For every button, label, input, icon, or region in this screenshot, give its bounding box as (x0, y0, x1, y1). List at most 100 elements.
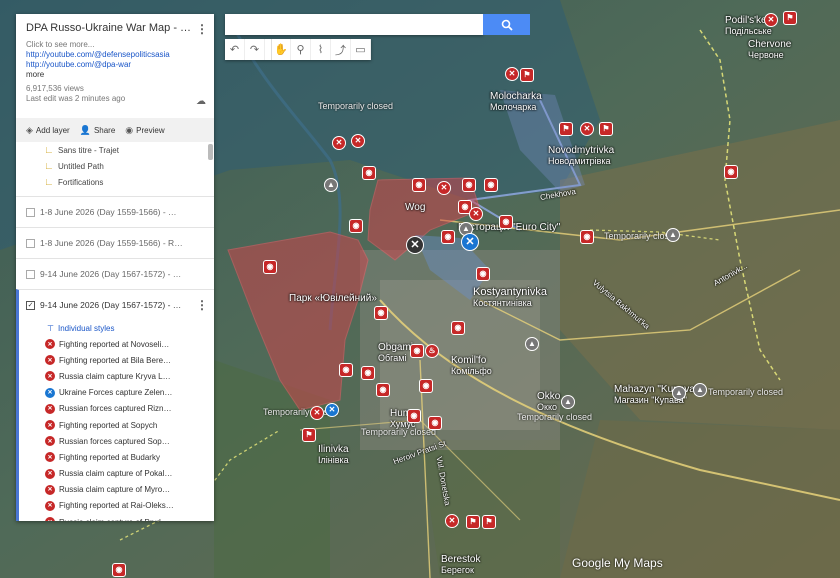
layer-row[interactable]: 9-14 June 2026 (Day 1567-1572) - … (16, 258, 214, 289)
fighting-marker[interactable]: ✕ (332, 136, 346, 150)
facility-marker[interactable]: ▲ (672, 386, 686, 400)
search-input[interactable] (225, 14, 483, 35)
capture-flag-marker[interactable]: ⚑ (466, 515, 480, 529)
fighting-marker[interactable]: ✕ (437, 181, 451, 195)
fighting-icon: ✕ (45, 339, 55, 350)
capture-flag-marker[interactable]: ⚑ (302, 428, 316, 442)
camera-marker[interactable]: ◉ (410, 344, 424, 358)
view-count: 6,917,536 views (26, 84, 84, 93)
fighting-marker[interactable]: ✕ (445, 514, 459, 528)
fighting-marker[interactable]: ✕ (351, 134, 365, 148)
preview-button[interactable]: ◉ Preview (125, 125, 164, 136)
feature-item[interactable]: ✕ Fighting reported at Novoseli… (16, 336, 214, 353)
fighting-icon: ✕ (45, 468, 55, 479)
feature-item[interactable]: ✕ Fighting reported at Budarky (16, 449, 214, 466)
redo-icon[interactable]: ↷ (245, 39, 265, 60)
hand-tool-icon[interactable]: ✋ (271, 39, 291, 60)
camera-marker[interactable]: ◉ (419, 379, 433, 393)
capture-flag-marker[interactable]: ⚑ (599, 122, 613, 136)
camera-marker[interactable]: ◉ (428, 416, 442, 430)
scrollbar[interactable] (208, 144, 213, 160)
feature-item[interactable]: ✕ Russia claim capture of Pokal… (16, 465, 214, 482)
facility-marker[interactable]: ▲ (666, 228, 680, 242)
place-chervone: Chervone Червоне (748, 39, 792, 61)
destroyed-marker[interactable]: ✕ (406, 236, 424, 254)
panel-actions: ◈ Add layer 👤 Share ◉ Preview (16, 118, 214, 142)
feature-item[interactable]: ✕ Russian forces captured Rizn… (16, 400, 214, 417)
layer-checkbox[interactable] (26, 238, 35, 248)
feature-item[interactable]: ✕ Ukraine Forces capture Zelen… (16, 384, 214, 401)
camera-marker[interactable]: ◉ (476, 267, 490, 281)
feature-item[interactable]: ✕ Fighting reported at Sopych (16, 416, 214, 434)
more-link[interactable]: more (26, 70, 204, 80)
draw-line-icon[interactable]: ⌇ (311, 39, 331, 60)
camera-marker[interactable]: ◉ (112, 563, 126, 577)
layer-checkbox[interactable] (26, 269, 35, 279)
facility-marker[interactable]: ▲ (693, 383, 707, 397)
map-options-icon[interactable]: ⋮ (196, 22, 208, 36)
camera-marker[interactable]: ◉ (374, 306, 388, 320)
feature-item[interactable]: ✕ Russia claim capture of Myro… (16, 481, 214, 498)
layer-row[interactable]: 1-8 June 2026 (Day 1559-1566) - … (16, 196, 214, 227)
fighting-marker[interactable]: ✕ (505, 67, 519, 81)
feature-label: Russia claim capture of Myro… (59, 485, 171, 495)
active-layer-row[interactable]: ✓ 9-14 June 2026 (Day 1567-1572) - … ⋮ (16, 289, 214, 320)
camera-marker[interactable]: ◉ (724, 165, 738, 179)
camera-marker[interactable]: ◉ (407, 409, 421, 423)
ukraine-capture-marker[interactable]: ✕ (461, 233, 479, 251)
capture-flag-marker[interactable]: ⚑ (520, 68, 534, 82)
camera-marker[interactable]: ◉ (412, 178, 426, 192)
add-marker-icon[interactable]: ⚲ (291, 39, 311, 60)
camera-marker[interactable]: ◉ (441, 230, 455, 244)
camera-marker[interactable]: ◉ (361, 366, 375, 380)
fighting-marker[interactable]: ✕ (469, 207, 483, 221)
directions-icon[interactable]: ⤴ (331, 39, 351, 60)
layer-checkbox-checked[interactable]: ✓ (26, 300, 35, 310)
camera-marker[interactable]: ◉ (462, 178, 476, 192)
facility-marker[interactable]: ▲ (324, 178, 338, 192)
map-title[interactable]: DPA Russo-Ukraine War Map - Get… (26, 22, 194, 34)
facility-marker[interactable]: ▲ (561, 395, 575, 409)
ukraine-capture-marker[interactable]: ✕ (325, 403, 339, 417)
youtube-link-1[interactable]: http://youtube.com/@defensepoliticsasia (26, 50, 204, 60)
undo-icon[interactable]: ↶ (225, 39, 245, 60)
feature-item[interactable]: ✕ Russia claim capture of Pryd… (16, 514, 214, 521)
fighting-marker[interactable]: ✕ (764, 13, 778, 27)
camera-marker[interactable]: ◉ (339, 363, 353, 377)
fighting-marker[interactable]: ✕ (310, 406, 324, 420)
feature-item[interactable]: ✕ Fighting reported at Rai-Oleks… (16, 497, 214, 515)
individual-styles-link[interactable]: ⊤ Individual styles (16, 320, 214, 336)
camera-marker[interactable]: ◉ (451, 321, 465, 335)
camera-marker[interactable]: ◉ (484, 178, 498, 192)
place-kostyantynivka: Kostyantynivka Костянтинівка (473, 286, 547, 309)
restaurant-marker[interactable]: ♨ (425, 344, 439, 358)
camera-marker[interactable]: ◉ (499, 215, 513, 229)
add-layer-button[interactable]: ◈ Add layer (26, 125, 70, 136)
layer-checkbox[interactable] (26, 207, 35, 217)
layer-options-icon[interactable]: ⋮ (196, 298, 208, 312)
camera-marker[interactable]: ◉ (263, 260, 277, 274)
feature-item[interactable]: ✕ Russian forces captured Sop… (16, 433, 214, 450)
fighting-icon: ✕ (45, 420, 55, 431)
capture-flag-marker[interactable]: ⚑ (559, 122, 573, 136)
feature-item[interactable]: ✕ Fighting reported at Bila Bere… (16, 352, 214, 369)
camera-marker[interactable]: ◉ (580, 230, 594, 244)
camera-marker[interactable]: ◉ (349, 219, 363, 233)
search-button[interactable] (483, 14, 530, 35)
capture-flag-marker[interactable]: ⚑ (482, 515, 496, 529)
fighting-marker[interactable]: ✕ (580, 122, 594, 136)
feature-item[interactable]: ✕ Russia claim capture Kryva L… (16, 368, 214, 385)
facility-marker[interactable]: ▲ (525, 337, 539, 351)
click-to-see-more[interactable]: Click to see more... (26, 40, 204, 50)
share-button[interactable]: 👤 Share (80, 125, 116, 136)
camera-marker[interactable]: ◉ (376, 383, 390, 397)
measure-icon[interactable]: ▭ (351, 39, 371, 60)
youtube-link-2[interactable]: http://youtube.com/@dpa-war (26, 60, 204, 70)
capture-flag-marker[interactable]: ⚑ (783, 11, 797, 25)
list-item[interactable]: ∟ Sans titre - Trajet (16, 142, 214, 158)
camera-marker[interactable]: ◉ (362, 166, 376, 180)
list-item[interactable]: ∟ Fortifications (16, 174, 214, 190)
fighting-icon: ✕ (45, 371, 55, 382)
list-item[interactable]: ∟ Untitled Path (16, 158, 214, 174)
layer-row[interactable]: 1-8 June 2026 (Day 1559-1566) - R… (16, 227, 214, 258)
